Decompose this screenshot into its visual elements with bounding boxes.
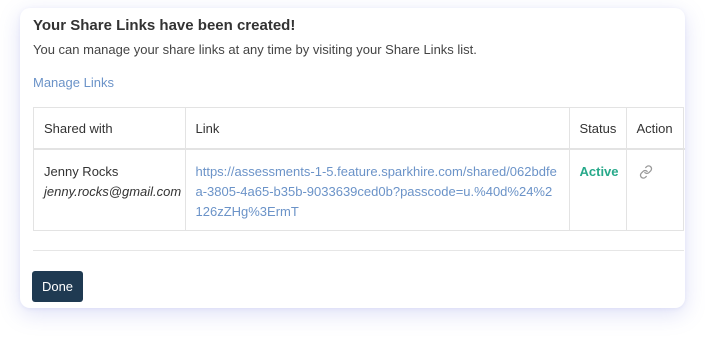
page-background: Your Share Links have been created! You … [0,0,705,340]
status-badge: Active [579,164,619,179]
status-cell: Active [569,149,627,230]
dialog-subtitle: You can manage your share links at any t… [33,42,477,57]
done-button[interactable]: Done [32,271,83,302]
share-link-url[interactable]: https://assessments-1-5.feature.sparkhir… [196,164,557,219]
recipient-email: jenny.rocks@gmail.com [44,184,182,199]
link-icon[interactable] [639,165,653,179]
header-action: Action [626,108,685,150]
recipient-name: Jenny Rocks [44,164,119,179]
link-cell: https://assessments-1-5.feature.sparkhir… [185,149,570,230]
table-row: Jenny Rocks jenny.rocks@gmail.com https:… [34,149,685,230]
header-link: Link [185,108,570,150]
header-status: Status [569,108,627,150]
header-shared-with: Shared with [34,108,186,150]
action-cell [626,149,685,230]
manage-links-link[interactable]: Manage Links [33,75,114,90]
shared-with-cell: Jenny Rocks jenny.rocks@gmail.com [34,149,186,230]
table-header-row: Shared with Link Status Action [34,108,685,150]
dialog-title: Your Share Links have been created! [33,17,296,34]
share-links-table: Shared with Link Status Action Jenny Roc… [33,107,685,231]
share-links-dialog: Your Share Links have been created! You … [20,8,685,308]
footer-divider [33,250,684,251]
